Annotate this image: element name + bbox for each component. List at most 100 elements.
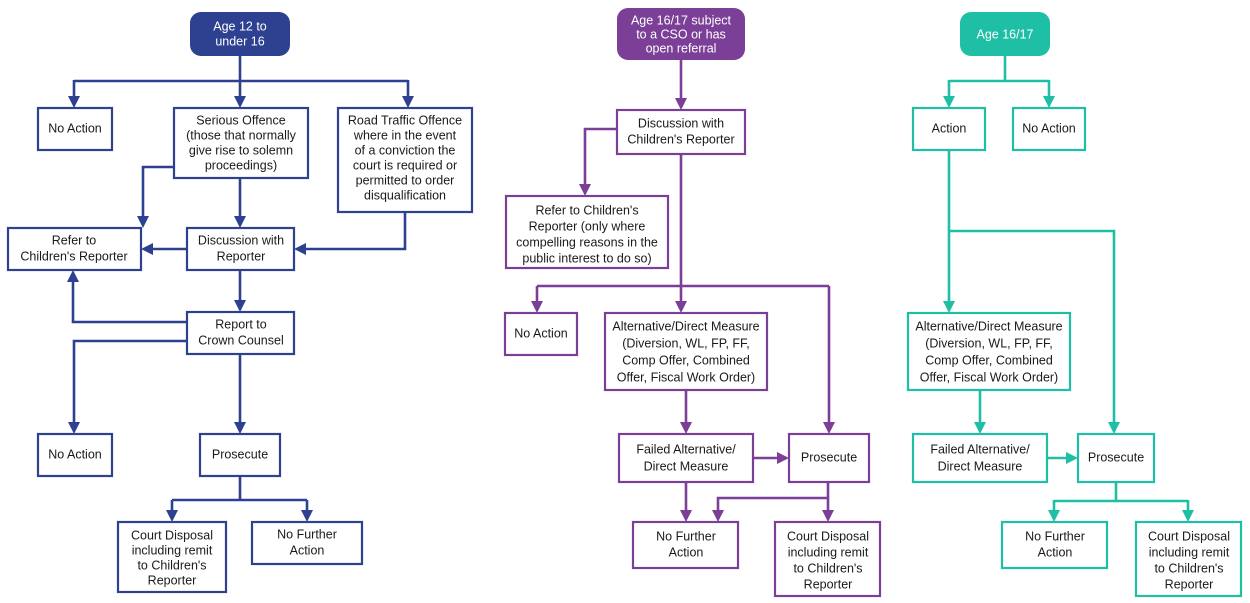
node-n1-no-further-action[interactable]: No Further Action: [250, 520, 364, 566]
node-n1-court-disposal-line-2: to Children's: [137, 558, 206, 572]
node-n1-no-further-action-line-0: No Further: [277, 527, 337, 541]
node-n2-refer-line-3: public interest to do so): [522, 251, 651, 265]
node-n2-no-action[interactable]: No Action: [503, 311, 579, 357]
node-n1-court-disposal-line-0: Court Disposal: [131, 528, 213, 542]
node-n3-failed-line-1: Direct Measure: [938, 459, 1023, 473]
node-n3-alt-line-0: Alternative/Direct Measure: [915, 319, 1062, 333]
node-n1-refer-childrens-reporter-line-0: Refer to: [52, 233, 97, 247]
node-n3-action[interactable]: Action: [911, 106, 987, 152]
node-n1-road-traffic-offence-line-5: disqualification: [364, 188, 446, 202]
node-n2-no-further-action[interactable]: No Further Action: [631, 520, 740, 570]
column-age-16-17-cso: Age 16/17 subject to a CSO or has open r…: [503, 8, 882, 598]
arrow-n3-to-no-action: [1043, 96, 1055, 108]
node-n3-action-line-0: Action: [932, 121, 967, 135]
node-n1-no-action-top-line-0: No Action: [48, 121, 102, 135]
node-n2-prosecute[interactable]: Prosecute: [787, 432, 871, 484]
node-n1-no-action-bottom[interactable]: No Action: [36, 432, 114, 478]
arrow-n2-prosecute-to-court-disposal: [822, 510, 834, 522]
arrow-n2-alt-to-failed: [680, 422, 692, 434]
arrow-prosecute-to-court-disposal: [166, 510, 178, 522]
node-n3-court-line-1: including remit: [1149, 545, 1230, 559]
edge-n2-discussion-to-refer: [583, 127, 617, 187]
node-n2-refer-childrens-reporter[interactable]: Refer to Children's Reporter (only where…: [504, 194, 670, 270]
edge-serious-to-refer: [141, 165, 174, 219]
node-n2-nfa-line-1: Action: [669, 545, 704, 559]
node-n1-start[interactable]: Age 12 to under 16: [190, 12, 290, 56]
node-n1-prosecute[interactable]: Prosecute: [198, 432, 282, 478]
node-n3-court-line-3: Reporter: [1165, 577, 1214, 591]
node-n2-refer-line-1: Reporter (only where: [529, 219, 646, 233]
node-n1-road-traffic-offence-line-2: of a conviction the: [355, 143, 456, 157]
node-n1-report-to-crown-counsel[interactable]: Report to Crown Counsel: [185, 310, 296, 356]
node-n3-failed-alternative[interactable]: Failed Alternative/ Direct Measure: [911, 432, 1049, 484]
node-n1-serious-offence-line-0: Serious Offence: [196, 113, 285, 127]
node-n1-court-disposal-line-1: including remit: [132, 543, 213, 557]
node-n1-road-traffic-offence-line-1: where in the event: [353, 128, 457, 142]
node-n2-refer-line-2: compelling reasons in the: [516, 235, 658, 249]
arrow-serious-to-discussion: [234, 216, 246, 228]
arrow-to-serious-offence: [234, 96, 246, 108]
arrow-n3-alt-to-failed: [974, 422, 986, 434]
node-n2-nfa-line-0: No Further: [656, 529, 716, 543]
node-n3-prosecute[interactable]: Prosecute: [1076, 432, 1156, 484]
column-age-12-to-under-16: Age 12 to under 16 No Action Serious Off…: [6, 12, 474, 594]
node-n1-court-disposal[interactable]: Court Disposal including remit to Childr…: [116, 520, 228, 594]
node-n1-road-traffic-offence[interactable]: Road Traffic Offence where in the event …: [336, 106, 474, 214]
arrow-n2-failed-to-prosecute: [777, 452, 789, 464]
arrow-n2-to-prosecute: [823, 422, 835, 434]
node-n2-start-line-1: to a CSO or has: [636, 27, 726, 41]
node-n3-court-disposal[interactable]: Court Disposal including remit to Childr…: [1134, 520, 1243, 598]
edge-n2-prosecute-to-nfa: [716, 496, 828, 513]
node-n3-alt-line-3: Offer, Fiscal Work Order): [920, 370, 1058, 384]
node-n2-discussion-childrens-reporter[interactable]: Discussion with Children's Reporter: [615, 108, 747, 156]
node-n3-start[interactable]: Age 16/17: [960, 12, 1050, 56]
node-n2-start[interactable]: Age 16/17 subject to a CSO or has open r…: [617, 8, 745, 60]
node-n1-court-disposal-line-3: Reporter: [148, 573, 197, 587]
node-n2-failed-alternative[interactable]: Failed Alternative/ Direct Measure: [617, 432, 755, 484]
arrow-n2-prosecute-to-no-further-action: [712, 510, 724, 522]
node-n3-failed-alternative-shape[interactable]: [911, 432, 1049, 484]
node-n2-failed-line-1: Direct Measure: [644, 459, 729, 473]
node-n1-discussion-with-reporter-line-1: Reporter: [217, 249, 266, 263]
arrow-n2-start-to-discussion: [675, 98, 687, 110]
node-n3-alternative-direct-measure[interactable]: Alternative/Direct Measure (Diversion, W…: [906, 311, 1072, 392]
node-n1-discussion-with-reporter[interactable]: Discussion with Reporter: [185, 226, 296, 272]
edge-report-to-refer: [71, 279, 187, 324]
node-n3-alt-line-2: Comp Offer, Combined: [925, 353, 1053, 367]
node-n3-start-line-0: Age 16/17: [977, 27, 1034, 41]
node-n1-refer-childrens-reporter[interactable]: Refer to Children's Reporter: [6, 226, 143, 272]
column-age-16-17: Age 16/17 Action No Action Alternative/D…: [906, 12, 1243, 598]
arrow-n2-failed-to-no-further-action: [680, 510, 692, 522]
arrow-n3-failed-to-prosecute: [1066, 452, 1078, 464]
arrow-road-traffic-to-discussion: [294, 243, 306, 255]
arrow-n2-to-alternative-measure: [675, 301, 687, 313]
node-n2-failed-alternative-shape[interactable]: [617, 432, 755, 484]
node-n2-alt-line-3: Offer, Fiscal Work Order): [617, 370, 755, 384]
node-n3-court-line-0: Court Disposal: [1148, 529, 1230, 543]
node-n2-failed-line-0: Failed Alternative/: [636, 442, 736, 456]
node-n1-no-action-top[interactable]: No Action: [36, 106, 114, 152]
arrow-serious-to-refer: [137, 216, 149, 228]
arrow-to-no-action-top: [68, 96, 80, 108]
node-n1-serious-offence-line-3: proceedings): [205, 158, 277, 172]
node-n2-court-disposal[interactable]: Court Disposal including remit to Childr…: [773, 520, 882, 598]
node-n2-alternative-direct-measure[interactable]: Alternative/Direct Measure (Diversion, W…: [603, 311, 769, 392]
node-n1-start-line-0: Age 12 to: [213, 19, 267, 33]
node-n1-serious-offence[interactable]: Serious Offence (those that normally giv…: [172, 106, 310, 180]
node-n3-no-action[interactable]: No Action: [1011, 106, 1087, 152]
arrow-to-road-traffic: [402, 96, 414, 108]
node-n1-report-to-crown-counsel-line-1: Crown Counsel: [198, 333, 283, 347]
node-n2-discussion-line-0: Discussion with: [638, 116, 724, 130]
node-n3-no-further-action[interactable]: No Further Action: [1000, 520, 1109, 570]
flowchart-diagram: Age 12 to under 16 No Action Serious Off…: [0, 0, 1250, 603]
node-n1-refer-childrens-reporter-line-1: Children's Reporter: [20, 249, 127, 263]
arrow-n3-to-alternative-measure: [943, 301, 955, 313]
arrow-prosecute-to-no-further-action: [301, 510, 313, 522]
arrow-report-to-prosecute: [234, 422, 246, 434]
node-n2-start-line-0: Age 16/17 subject: [631, 13, 732, 27]
node-n1-prosecute-line-0: Prosecute: [212, 447, 268, 461]
arrow-n2-to-no-action: [531, 301, 543, 313]
node-n1-no-action-bottom-line-0: No Action: [48, 447, 102, 461]
node-n1-road-traffic-offence-line-4: permitted to order: [356, 173, 455, 187]
node-n2-alt-line-2: Comp Offer, Combined: [622, 353, 750, 367]
